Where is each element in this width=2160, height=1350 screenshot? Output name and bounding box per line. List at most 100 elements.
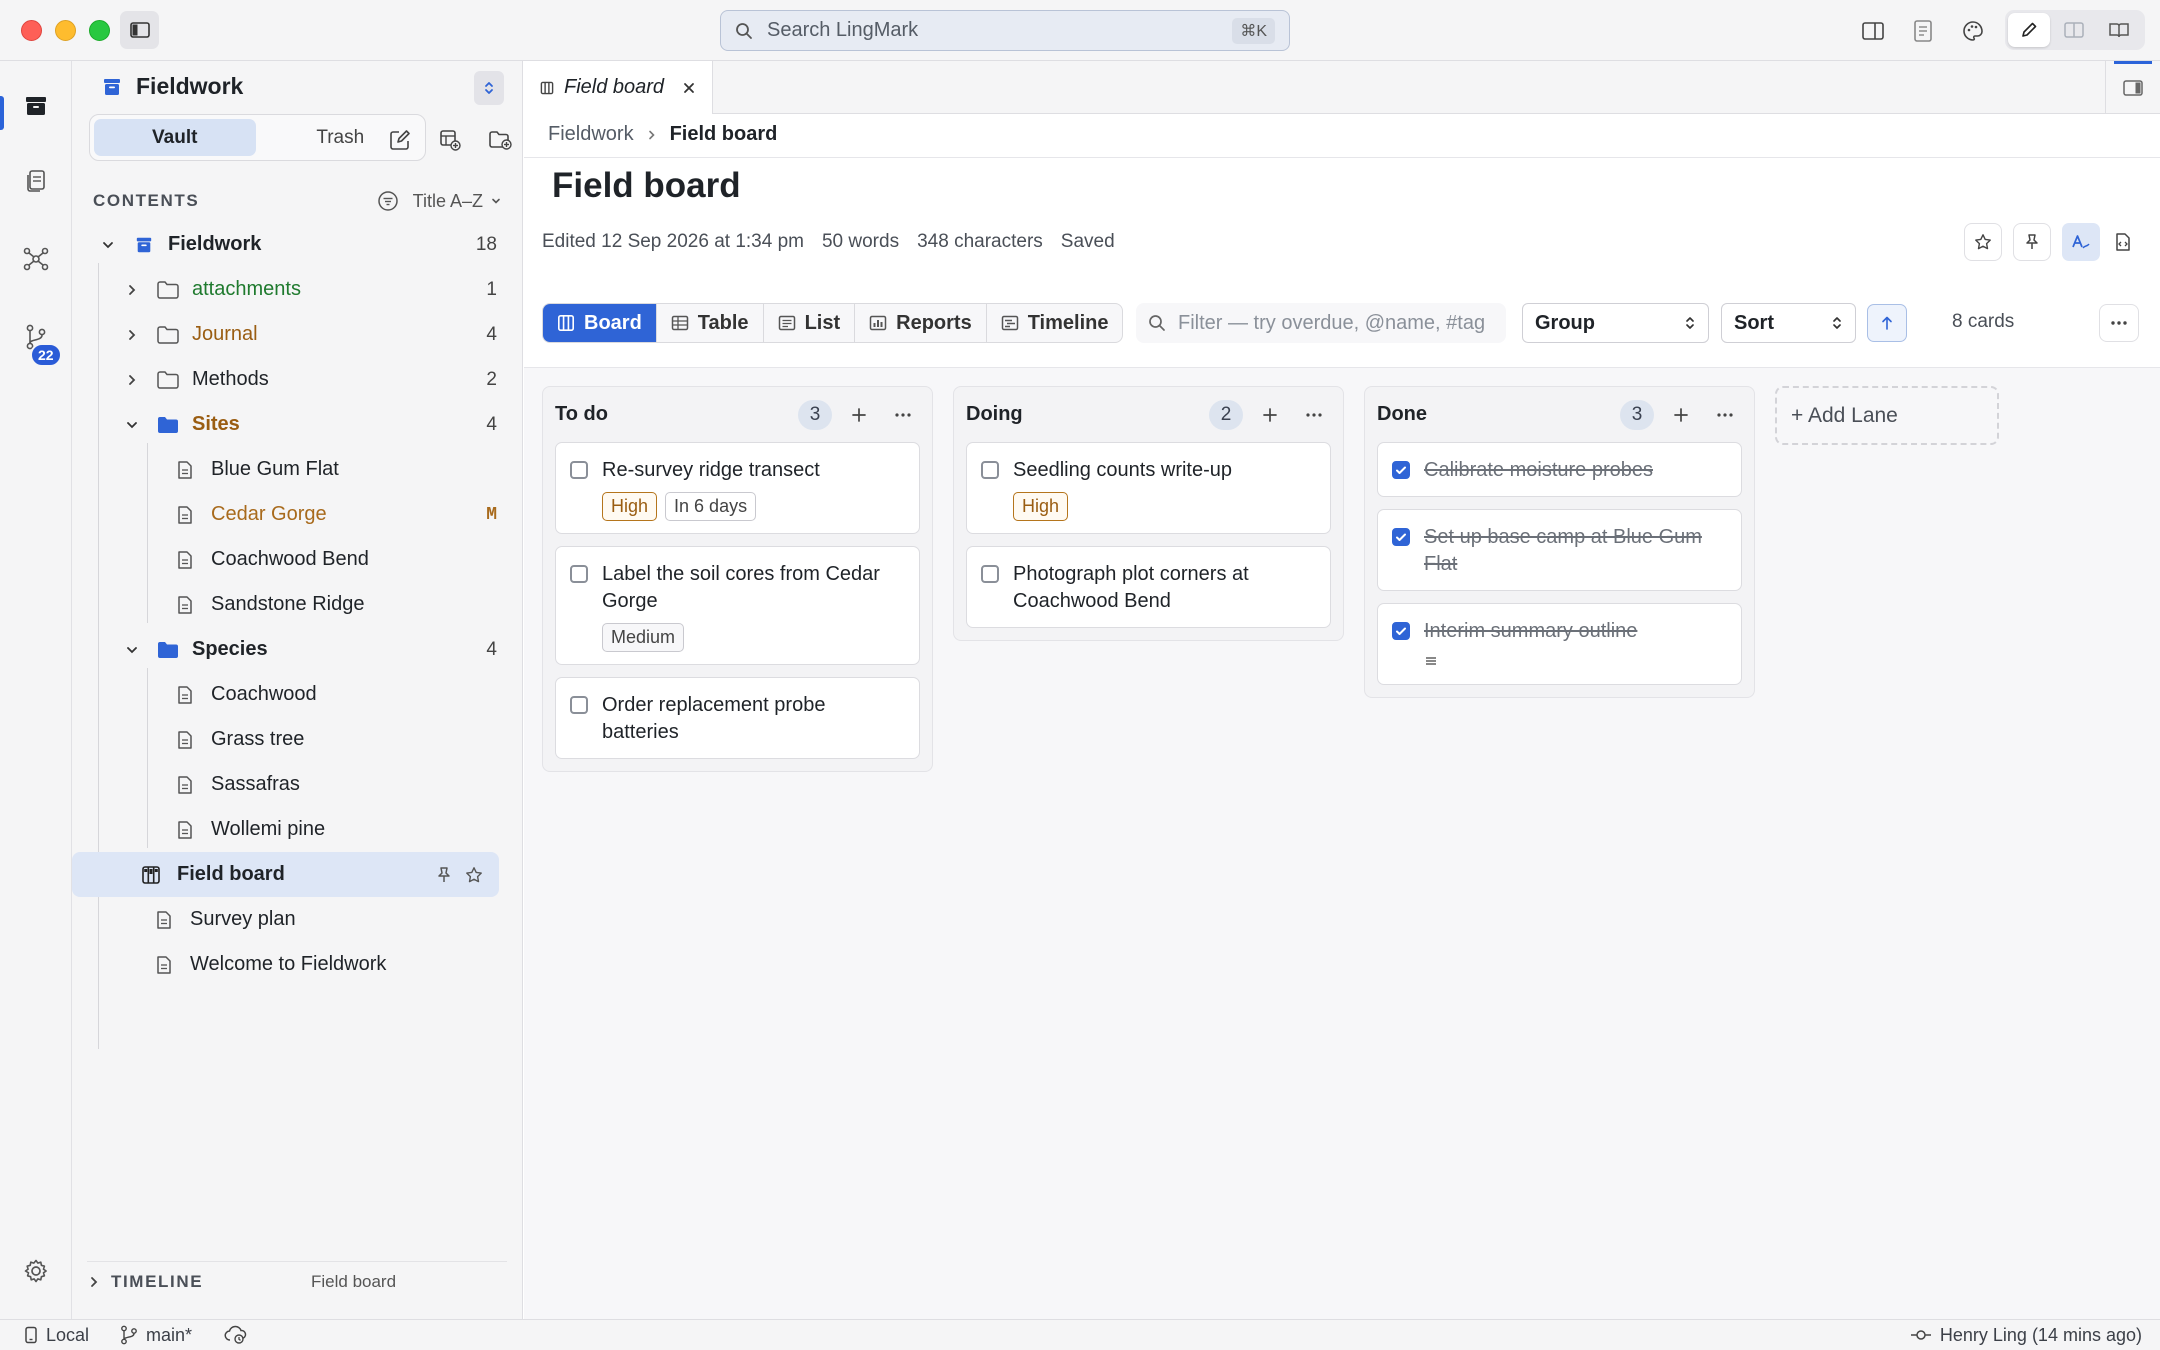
reading-mode-button[interactable]: [1908, 16, 1938, 46]
tree-file-sandstone-ridge[interactable]: Sandstone Ridge: [85, 582, 512, 627]
board-card[interactable]: Label the soil cores from Cedar Gorge Me…: [555, 546, 920, 665]
filter-icon[interactable]: [377, 190, 399, 212]
chevron-right-icon[interactable]: [122, 280, 142, 300]
chevron-right-icon[interactable]: [122, 325, 142, 345]
add-lane-button[interactable]: + Add Lane: [1775, 386, 1999, 445]
zoom-window-button[interactable]: [89, 20, 110, 41]
star-icon[interactable]: [459, 866, 489, 884]
tree-file-survey-plan[interactable]: Survey plan: [85, 897, 512, 942]
minimize-window-button[interactable]: [55, 20, 76, 41]
tree-folder-fieldwork[interactable]: Fieldwork 18: [85, 222, 512, 267]
rail-source-control-button[interactable]: 22: [0, 309, 72, 367]
storage-location[interactable]: Local: [24, 1325, 89, 1346]
rail-documents-button[interactable]: [0, 153, 72, 209]
tree-file-blue-gum-flat[interactable]: Blue Gum Flat: [85, 447, 512, 492]
search-bar[interactable]: Search LingMark ⌘K: [720, 10, 1290, 51]
tab-table[interactable]: Table: [657, 304, 764, 342]
chevron-down-icon[interactable]: [122, 415, 142, 435]
card-checkbox-checked[interactable]: [1392, 461, 1410, 479]
rich-text-button[interactable]: [2062, 223, 2100, 261]
card-checkbox[interactable]: [570, 696, 588, 714]
close-window-button[interactable]: [21, 20, 42, 41]
tree-file-coachwood-bend[interactable]: Coachwood Bend: [85, 537, 512, 582]
card-checkbox-checked[interactable]: [1392, 528, 1410, 546]
new-board-button[interactable]: [435, 125, 465, 155]
tree-file-cedar-gorge[interactable]: Cedar Gorge M: [85, 492, 512, 537]
tree-folder-methods[interactable]: Methods 2: [85, 357, 512, 402]
lane-count: 3: [798, 399, 832, 430]
lane-title[interactable]: To do: [555, 403, 788, 426]
tree-file-coachwood[interactable]: Coachwood: [85, 672, 512, 717]
tab-reports[interactable]: Reports: [855, 304, 987, 342]
new-note-button[interactable]: [385, 125, 415, 155]
card-checkbox[interactable]: [570, 461, 588, 479]
card-checkbox[interactable]: [981, 461, 999, 479]
lane-title[interactable]: Done: [1377, 403, 1610, 426]
tree-file-field-board[interactable]: Field board: [72, 852, 499, 897]
chevron-right-icon[interactable]: [122, 370, 142, 390]
chevron-down-icon[interactable]: [98, 235, 118, 255]
pin-icon[interactable]: [429, 866, 459, 884]
lane-title[interactable]: Doing: [966, 403, 1199, 426]
git-branch-status[interactable]: main*: [120, 1325, 192, 1346]
theme-button[interactable]: [1958, 16, 1988, 46]
add-card-button[interactable]: [842, 400, 876, 430]
sort-direction-button[interactable]: [1867, 304, 1907, 342]
sync-status[interactable]: [224, 1325, 248, 1345]
tree-file-grass-tree[interactable]: Grass tree: [85, 717, 512, 762]
timeline-section[interactable]: TIMELINE Field board: [87, 1261, 507, 1301]
rail-graph-button[interactable]: [0, 231, 72, 287]
sort-select[interactable]: Sort: [1721, 303, 1856, 343]
card-checkbox-checked[interactable]: [1392, 622, 1410, 640]
page-title[interactable]: Field board: [552, 166, 741, 206]
tree-folder-species[interactable]: Species 4: [85, 627, 512, 672]
lane-more-button[interactable]: [886, 400, 920, 430]
rail-settings-button[interactable]: [0, 1243, 72, 1299]
tree-folder-attachments[interactable]: attachments 1: [85, 267, 512, 312]
card-checkbox[interactable]: [570, 565, 588, 583]
favorite-button[interactable]: [1964, 223, 2002, 261]
tree-folder-journal[interactable]: Journal 4: [85, 312, 512, 357]
board-card[interactable]: Set up base camp at Blue Gum Flat: [1377, 509, 1742, 591]
board-card[interactable]: Order replacement probe batteries: [555, 677, 920, 759]
breadcrumb-item[interactable]: Fieldwork: [548, 123, 634, 146]
board-card[interactable]: Seedling counts write-up High: [966, 442, 1331, 534]
group-select[interactable]: Group: [1522, 303, 1709, 343]
board-card[interactable]: Re-survey ridge transect High In 6 days: [555, 442, 920, 534]
file-icon: [173, 593, 197, 617]
tree-file-sassafras[interactable]: Sassafras: [85, 762, 512, 807]
filter-input[interactable]: Filter — try overdue, @name, #tag: [1136, 303, 1506, 343]
tree-file-welcome[interactable]: Welcome to Fieldwork: [85, 942, 512, 987]
add-card-button[interactable]: [1664, 400, 1698, 430]
tree-file-wollemi-pine[interactable]: Wollemi pine: [85, 807, 512, 852]
add-card-button[interactable]: [1253, 400, 1287, 430]
chevron-down-icon[interactable]: [122, 640, 142, 660]
rail-vault-button[interactable]: [0, 78, 72, 134]
vault-switcher-button[interactable]: [474, 71, 504, 105]
lane-more-button[interactable]: [1297, 400, 1331, 430]
tab-timeline[interactable]: Timeline: [987, 304, 1123, 342]
close-icon[interactable]: [682, 81, 696, 95]
reader-mode-button[interactable]: [2098, 13, 2140, 47]
edit-mode-button[interactable]: [2008, 13, 2050, 47]
right-panel-toggle[interactable]: [2105, 61, 2160, 114]
last-commit[interactable]: Henry Ling (14 mins ago): [1910, 1325, 2142, 1346]
board-card[interactable]: Photograph plot corners at Coachwood Ben…: [966, 546, 1331, 628]
sort-dropdown[interactable]: Title A–Z: [413, 191, 483, 212]
sidebar-toggle-button[interactable]: [120, 11, 159, 49]
board-card[interactable]: Interim summary outline: [1377, 603, 1742, 685]
board-more-button[interactable]: [2099, 304, 2139, 342]
tab-board[interactable]: Board: [543, 304, 657, 342]
tab-list[interactable]: List: [764, 304, 856, 342]
source-view-button[interactable]: [2104, 223, 2142, 261]
card-checkbox[interactable]: [981, 565, 999, 583]
tab-field-board[interactable]: Field board: [524, 61, 713, 114]
split-view-button[interactable]: [1858, 16, 1888, 46]
vault-segment[interactable]: Vault: [94, 119, 256, 156]
preview-mode-button[interactable]: [2053, 13, 2095, 47]
tree-folder-sites[interactable]: Sites 4: [85, 402, 512, 447]
lane-more-button[interactable]: [1708, 400, 1742, 430]
board-card[interactable]: Calibrate moisture probes: [1377, 442, 1742, 497]
new-folder-button[interactable]: [485, 125, 515, 155]
pin-button[interactable]: [2013, 223, 2051, 261]
